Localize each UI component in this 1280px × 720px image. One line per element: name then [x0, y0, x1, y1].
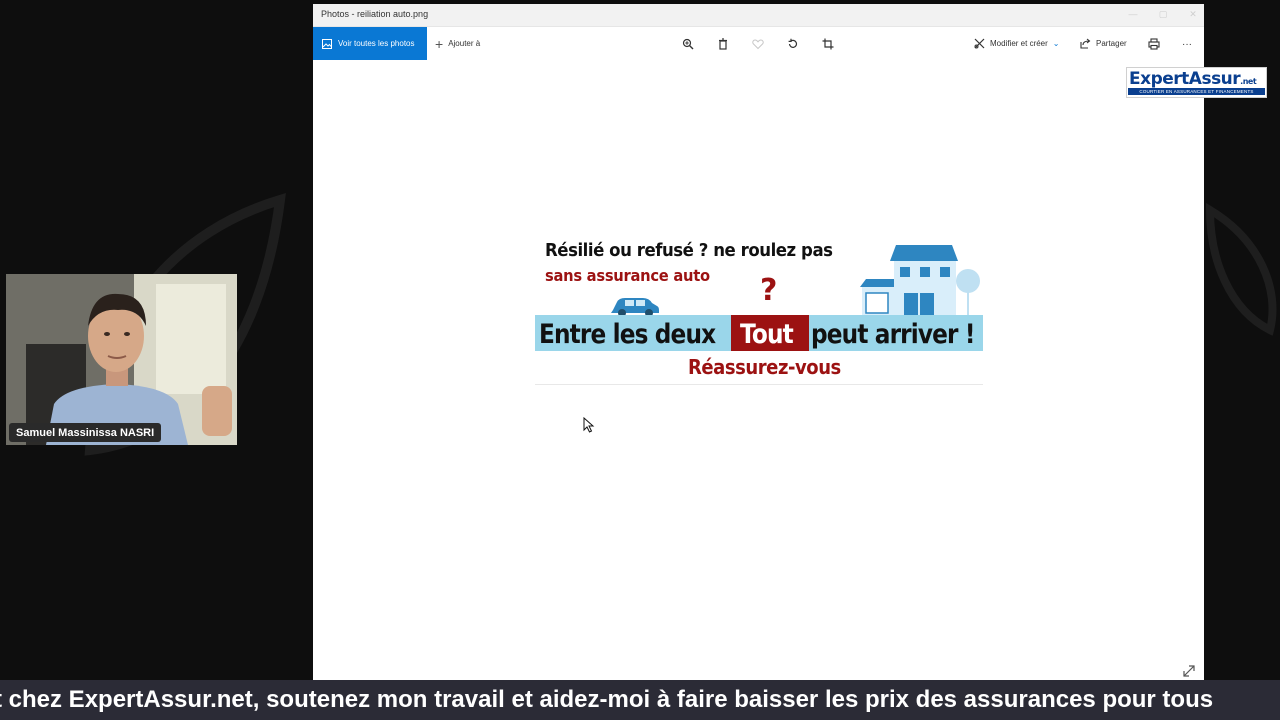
- banner-band-left-text: Entre les deux: [539, 319, 716, 350]
- logo-tagline: COURTIER EN ASSURANCES ET FINANCEMENTS: [1128, 88, 1265, 95]
- share-button[interactable]: Partager: [1080, 27, 1127, 60]
- print-icon[interactable]: [1146, 36, 1162, 52]
- house-icon: [860, 245, 980, 317]
- presenter-name-tag: Samuel Massinissa NASRI: [9, 423, 162, 442]
- edit-create-label: Modifier et créer: [990, 39, 1048, 48]
- ticker-bar: t chez ExpertAssur.net, soutenez mon tra…: [0, 680, 1280, 720]
- background-leaf-decoration-right: [1205, 202, 1277, 336]
- banner-band-right-text: peut arriver !: [811, 319, 975, 350]
- heart-icon[interactable]: [750, 36, 766, 52]
- webcam-feed: [6, 274, 237, 445]
- share-label: Partager: [1096, 39, 1127, 48]
- add-to-label: Ajouter à: [448, 39, 481, 48]
- toolbar: Voir toutes les photos + Ajouter à Modif…: [313, 27, 1204, 60]
- edit-create-button[interactable]: Modifier et créer ⌄: [974, 27, 1060, 60]
- delete-icon[interactable]: [715, 36, 731, 52]
- crop-icon[interactable]: [820, 36, 836, 52]
- share-icon: [1080, 38, 1091, 49]
- minimize-icon[interactable]: —: [1128, 7, 1138, 21]
- add-to-button[interactable]: + Ajouter à: [435, 27, 480, 60]
- more-options-icon[interactable]: ···: [1179, 36, 1195, 52]
- banner-highlight-text: Tout: [740, 319, 794, 350]
- chevron-down-icon: ⌄: [1052, 39, 1060, 48]
- banner-subline: sans assurance auto: [545, 266, 710, 285]
- view-all-photos-button[interactable]: Voir toutes les photos: [313, 27, 427, 60]
- close-icon[interactable]: ✕: [1188, 7, 1198, 21]
- insurance-banner-image: Résilié ou refusé ? ne roulez pas sans a…: [535, 237, 983, 385]
- mouse-cursor-icon: [583, 417, 595, 433]
- window-controls: — ▢ ✕: [1128, 7, 1198, 21]
- photos-icon: [322, 38, 332, 49]
- presenter-video-image: [6, 274, 237, 445]
- title-bar: Photos - reiliation auto.png — ▢ ✕: [313, 4, 1204, 27]
- plus-icon: +: [435, 35, 444, 52]
- window-title: Photos - reiliation auto.png: [321, 9, 429, 19]
- view-all-photos-label: Voir toutes les photos: [338, 39, 415, 48]
- zoom-icon[interactable]: [680, 36, 696, 52]
- ticker-text: t chez ExpertAssur.net, soutenez mon tra…: [0, 686, 1214, 713]
- banner-question-mark: ?: [760, 273, 778, 308]
- maximize-icon[interactable]: ▢: [1158, 7, 1168, 21]
- logo-name: ExpertAssur.net: [1129, 69, 1257, 89]
- banner-bottom-text: Réassurez-vous: [688, 355, 841, 379]
- expertassur-logo: ExpertAssur.net COURTIER EN ASSURANCES E…: [1126, 67, 1267, 98]
- fullscreen-expand-icon[interactable]: [1182, 664, 1196, 678]
- edit-create-icon: [974, 38, 985, 49]
- photos-window: Photos - reiliation auto.png — ▢ ✕ Voir …: [313, 4, 1204, 680]
- rotate-icon[interactable]: [785, 36, 801, 52]
- banner-headline: Résilié ou refusé ? ne roulez pas: [545, 240, 833, 261]
